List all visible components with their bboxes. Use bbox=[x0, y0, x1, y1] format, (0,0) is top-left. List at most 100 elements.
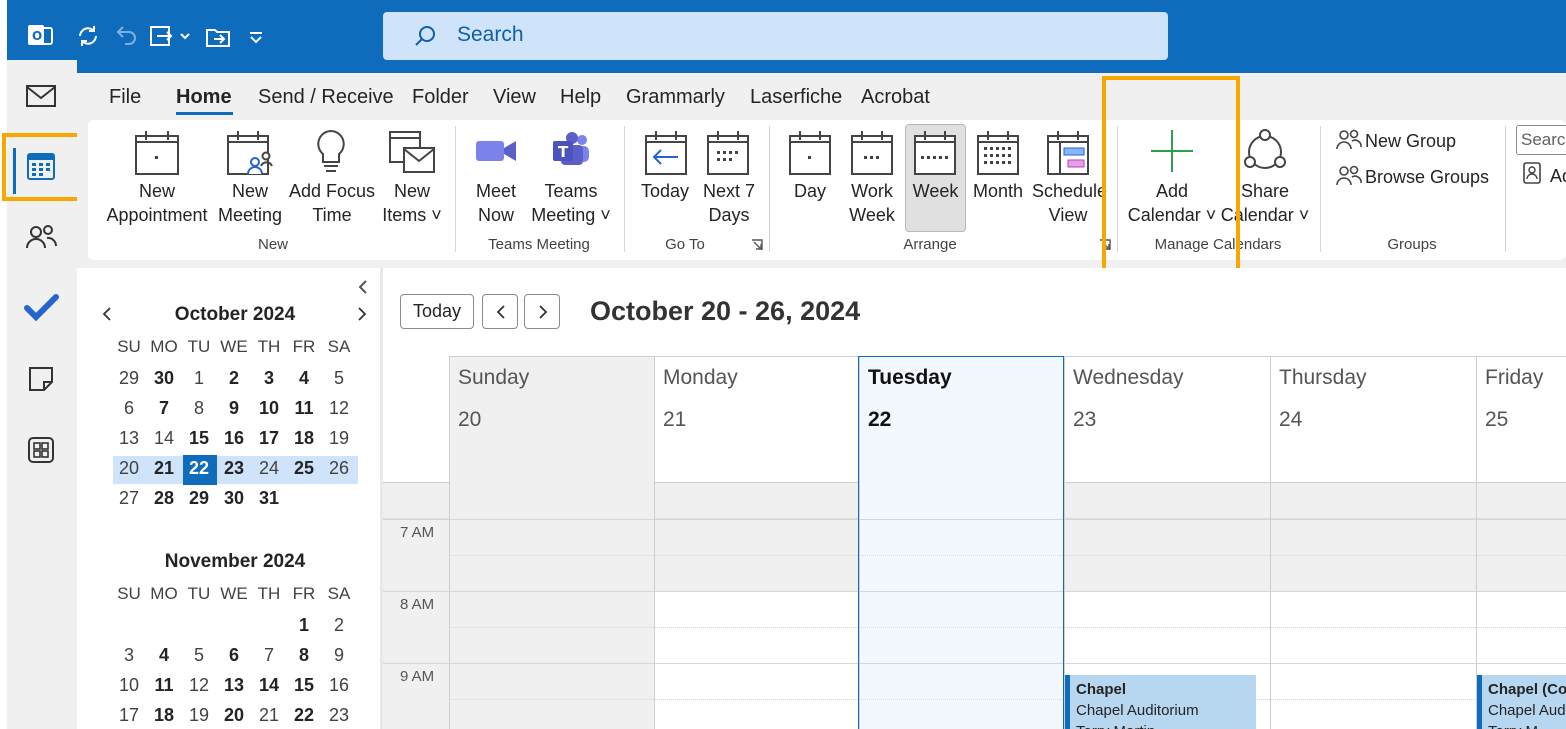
day-header[interactable]: Monday 21 bbox=[654, 356, 859, 483]
menu-grammarly[interactable]: Grammarly bbox=[626, 86, 725, 109]
mini-calendar-day[interactable]: 6 bbox=[112, 398, 146, 419]
mail-icon[interactable] bbox=[21, 76, 61, 116]
month-view-button[interactable]: Month bbox=[966, 179, 1030, 203]
calendar-event-chapel[interactable]: Chapel Chapel Auditorium Terry Martin bbox=[1065, 675, 1256, 729]
day-view-button[interactable]: Day bbox=[780, 179, 840, 203]
mini-calendar-day[interactable]: 12 bbox=[322, 398, 356, 419]
day-header[interactable]: Friday 25 bbox=[1476, 356, 1566, 483]
mini-calendar-day[interactable]: 5 bbox=[322, 368, 356, 389]
mini-calendar-day[interactable]: 17 bbox=[112, 705, 146, 726]
sync-icon[interactable] bbox=[75, 22, 101, 50]
mini-calendar-day[interactable]: 6 bbox=[217, 645, 251, 666]
mini-calendar-day[interactable]: 31 bbox=[252, 488, 286, 509]
menu-acrobat[interactable]: Acrobat bbox=[861, 86, 930, 109]
mini-calendar-day[interactable]: 11 bbox=[287, 398, 321, 419]
mini-calendar-day[interactable]: 22 bbox=[182, 458, 216, 479]
browse-groups-button[interactable]: Browse Groups bbox=[1365, 165, 1489, 189]
mini-calendar-day[interactable]: 16 bbox=[217, 428, 251, 449]
menu-file[interactable]: File bbox=[109, 86, 141, 109]
menu-laserfiche[interactable]: Laserfiche bbox=[750, 86, 842, 109]
mini-calendar-day[interactable]: 14 bbox=[147, 428, 181, 449]
day-header[interactable]: Wednesday 23 bbox=[1064, 356, 1270, 483]
go-to-dialog-launcher-icon[interactable] bbox=[751, 239, 763, 251]
people-icon[interactable] bbox=[21, 217, 61, 257]
mini-calendar-day[interactable]: 25 bbox=[287, 458, 321, 479]
mini-calendar-day[interactable]: 13 bbox=[217, 675, 251, 696]
search-people-field[interactable]: Search bbox=[1516, 125, 1566, 155]
mini-calendar-day[interactable]: 7 bbox=[147, 398, 181, 419]
new-group-button[interactable]: New Group bbox=[1365, 129, 1456, 153]
mini-calendar-day[interactable]: 8 bbox=[287, 645, 321, 666]
work-week-view-button[interactable]: Work Week bbox=[842, 179, 902, 227]
schedule-view-button[interactable]: Schedule View bbox=[1032, 179, 1107, 227]
mini-calendar-day[interactable]: 2 bbox=[322, 615, 356, 636]
mini-calendar-day[interactable]: 18 bbox=[147, 705, 181, 726]
mini-calendar-day[interactable]: 2 bbox=[217, 368, 251, 389]
notes-icon[interactable] bbox=[21, 359, 61, 399]
mini-calendar-day[interactable]: 3 bbox=[112, 645, 146, 666]
mini-calendar-day[interactable]: 27 bbox=[112, 488, 146, 509]
mini-calendar-day[interactable]: 29 bbox=[112, 368, 146, 389]
mini-calendar-day[interactable]: 18 bbox=[287, 428, 321, 449]
mini-calendar-day[interactable]: 22 bbox=[287, 705, 321, 726]
mini-calendar-day[interactable]: 15 bbox=[287, 675, 321, 696]
add-focus-time-button[interactable]: Add Focus Time bbox=[286, 179, 378, 227]
collapse-pane-chevron-icon[interactable] bbox=[356, 279, 370, 295]
week-view-button[interactable]: Week bbox=[905, 179, 966, 203]
day-header[interactable]: Thursday 24 bbox=[1270, 356, 1476, 483]
mini-calendar-day[interactable]: 19 bbox=[182, 705, 216, 726]
new-items-button[interactable]: New Items ˅ bbox=[378, 179, 446, 227]
previous-week-button[interactable] bbox=[482, 294, 518, 329]
new-appointment-button[interactable]: New Appointment bbox=[100, 179, 214, 227]
mini-calendar-day[interactable]: 29 bbox=[182, 488, 216, 509]
mini-calendar-day[interactable]: 1 bbox=[182, 368, 216, 389]
move-to-folder-icon[interactable] bbox=[149, 22, 193, 50]
mini-calendar-day[interactable]: 12 bbox=[182, 675, 216, 696]
mini-calendar-day[interactable]: 15 bbox=[182, 428, 216, 449]
mini-calendar-day[interactable]: 21 bbox=[147, 458, 181, 479]
mini-calendar-day[interactable]: 8 bbox=[182, 398, 216, 419]
todo-icon[interactable] bbox=[21, 288, 61, 328]
next-week-button[interactable] bbox=[524, 294, 560, 329]
mini-calendar-day[interactable]: 23 bbox=[322, 705, 356, 726]
search-box[interactable]: Search bbox=[383, 12, 1168, 60]
mini-calendar-day[interactable]: 4 bbox=[147, 645, 181, 666]
mini-calendar-day[interactable]: 26 bbox=[322, 458, 356, 479]
mini-calendar-day[interactable]: 24 bbox=[252, 458, 286, 479]
mini-calendar-day[interactable]: 28 bbox=[147, 488, 181, 509]
teams-meeting-button[interactable]: Teams Meeting ˅ bbox=[528, 179, 614, 227]
mini-calendar-day[interactable]: 14 bbox=[252, 675, 286, 696]
mini-calendar-day[interactable]: 30 bbox=[217, 488, 251, 509]
mini-calendar-day[interactable]: 1 bbox=[287, 615, 321, 636]
mini-calendar-day[interactable]: 4 bbox=[287, 368, 321, 389]
copy-to-folder-icon[interactable] bbox=[205, 22, 231, 50]
new-meeting-button[interactable]: New Meeting bbox=[218, 179, 282, 227]
mini-calendar-day[interactable]: 30 bbox=[147, 368, 181, 389]
undo-icon[interactable] bbox=[113, 22, 139, 50]
address-book-button[interactable]: Ad bbox=[1550, 164, 1566, 188]
customize-toolbar-icon[interactable] bbox=[247, 22, 265, 50]
mini-calendar-day[interactable]: 9 bbox=[322, 645, 356, 666]
mini-calendar-day[interactable]: 10 bbox=[252, 398, 286, 419]
mini-calendar-day[interactable]: 7 bbox=[252, 645, 286, 666]
mini-calendar-day[interactable]: 13 bbox=[112, 428, 146, 449]
mini-calendar-day[interactable]: 9 bbox=[217, 398, 251, 419]
menu-send-receive[interactable]: Send / Receive bbox=[258, 86, 394, 109]
menu-home[interactable]: Home bbox=[176, 86, 232, 109]
mini-calendar-day[interactable]: 11 bbox=[147, 675, 181, 696]
today-nav-button[interactable]: Today bbox=[400, 294, 474, 329]
menu-view[interactable]: View bbox=[493, 86, 536, 109]
calendar-event-chapel-friday[interactable]: Chapel (Co Chapel Aud Terry M bbox=[1477, 675, 1566, 729]
mini-calendar-day[interactable]: 3 bbox=[252, 368, 286, 389]
today-ribbon-button[interactable]: Today bbox=[636, 179, 694, 203]
more-apps-icon[interactable] bbox=[21, 430, 61, 470]
mini-calendar-day[interactable]: 19 bbox=[322, 428, 356, 449]
mini-calendar-day[interactable]: 5 bbox=[182, 645, 216, 666]
menu-help[interactable]: Help bbox=[560, 86, 601, 109]
next-7-days-button[interactable]: Next 7 Days bbox=[698, 179, 760, 227]
mini-calendar-day[interactable]: 10 bbox=[112, 675, 146, 696]
meet-now-button[interactable]: Meet Now bbox=[466, 179, 526, 227]
mini-calendar-day[interactable]: 23 bbox=[217, 458, 251, 479]
menu-folder[interactable]: Folder bbox=[412, 86, 469, 109]
mini-calendar-day[interactable]: 21 bbox=[252, 705, 286, 726]
